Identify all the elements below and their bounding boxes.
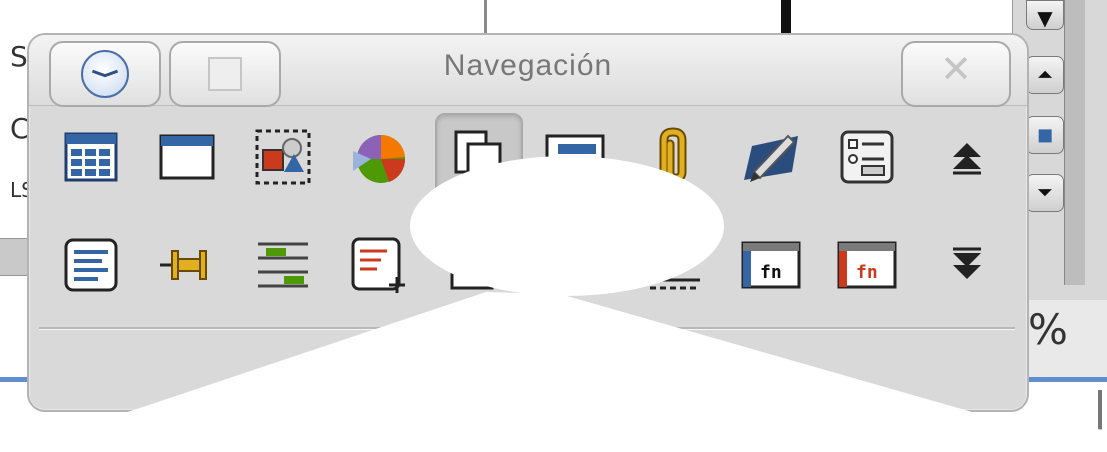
svg-text:fn: fn bbox=[760, 262, 782, 283]
next-button[interactable] bbox=[925, 223, 1009, 307]
close-icon: ✕ bbox=[940, 47, 972, 91]
indexes-button[interactable] bbox=[633, 223, 717, 307]
bookmarks-icon bbox=[454, 130, 502, 184]
svg-text:fn: fn bbox=[856, 262, 878, 283]
frame-button[interactable] bbox=[145, 115, 229, 199]
navigate-object-button[interactable]: ◼ bbox=[1026, 116, 1064, 154]
fields-icon bbox=[840, 130, 894, 184]
images-button[interactable] bbox=[241, 115, 325, 199]
double-down-icon: ⏷ bbox=[1037, 180, 1053, 204]
zoom-percent-label: % bbox=[1028, 305, 1068, 354]
triangle-down-icon: ▼ bbox=[1037, 6, 1053, 30]
drawing-objects-button[interactable] bbox=[729, 115, 813, 199]
wrong-formula-icon: fn bbox=[837, 241, 897, 289]
hidden-icon bbox=[450, 242, 494, 290]
comments-button[interactable] bbox=[337, 223, 421, 307]
scroll-down-button[interactable]: ▼ bbox=[1026, 0, 1064, 30]
formula-button[interactable]: fn bbox=[729, 223, 813, 307]
background-text-1: S bbox=[10, 40, 28, 73]
navigator-toolbar: fn fn bbox=[49, 111, 1009, 321]
anchor-icon bbox=[160, 250, 207, 280]
background-edge-line bbox=[1098, 390, 1102, 452]
frame-icon bbox=[159, 134, 215, 180]
references-button[interactable] bbox=[241, 223, 325, 307]
navigator-window: Navegación ✕ fn fn bbox=[27, 33, 1029, 412]
next-icon bbox=[953, 247, 981, 279]
window-title: Navegación bbox=[443, 49, 613, 82]
previous-icon bbox=[953, 143, 981, 175]
sections-icon bbox=[545, 134, 605, 178]
formula-icon: fn bbox=[741, 241, 801, 289]
table-icon bbox=[64, 132, 118, 182]
wrong-formula-button[interactable]: fn bbox=[825, 223, 909, 307]
comments-icon bbox=[351, 237, 405, 293]
sections-button[interactable] bbox=[533, 115, 617, 199]
table-button[interactable] bbox=[49, 115, 133, 199]
previous-button[interactable] bbox=[925, 115, 1009, 199]
double-up-icon: ⏶ bbox=[1037, 62, 1053, 86]
scroll-page-up-button[interactable]: ⏶ bbox=[1026, 56, 1064, 94]
paragraph-button[interactable] bbox=[49, 223, 133, 307]
anchor-button[interactable] bbox=[145, 223, 229, 307]
fields-button[interactable] bbox=[825, 115, 909, 199]
ole-objects-icon bbox=[353, 134, 406, 183]
images-icon bbox=[255, 129, 311, 185]
scroll-page-down-button[interactable]: ⏷ bbox=[1026, 174, 1064, 212]
ole-objects-button[interactable] bbox=[337, 115, 421, 199]
navigator-titlebar[interactable]: Navegación ✕ bbox=[29, 35, 1027, 107]
hyperlinks-button[interactable] bbox=[631, 115, 715, 199]
background-scrollbar[interactable] bbox=[1064, 0, 1085, 285]
bookmarks-button[interactable] bbox=[435, 113, 523, 201]
hyperlinks-icon bbox=[659, 127, 687, 185]
drawing-objects-icon bbox=[744, 134, 798, 182]
references-icon bbox=[258, 242, 308, 288]
object-icon: ◼ bbox=[1036, 122, 1054, 146]
navigator-content-area bbox=[39, 333, 1015, 393]
navigator-separator bbox=[39, 327, 1015, 330]
hidden-button[interactable] bbox=[435, 223, 519, 307]
indexes-icon bbox=[650, 278, 700, 290]
paragraph-icon bbox=[64, 238, 118, 292]
close-button[interactable]: ✕ bbox=[901, 41, 1011, 107]
